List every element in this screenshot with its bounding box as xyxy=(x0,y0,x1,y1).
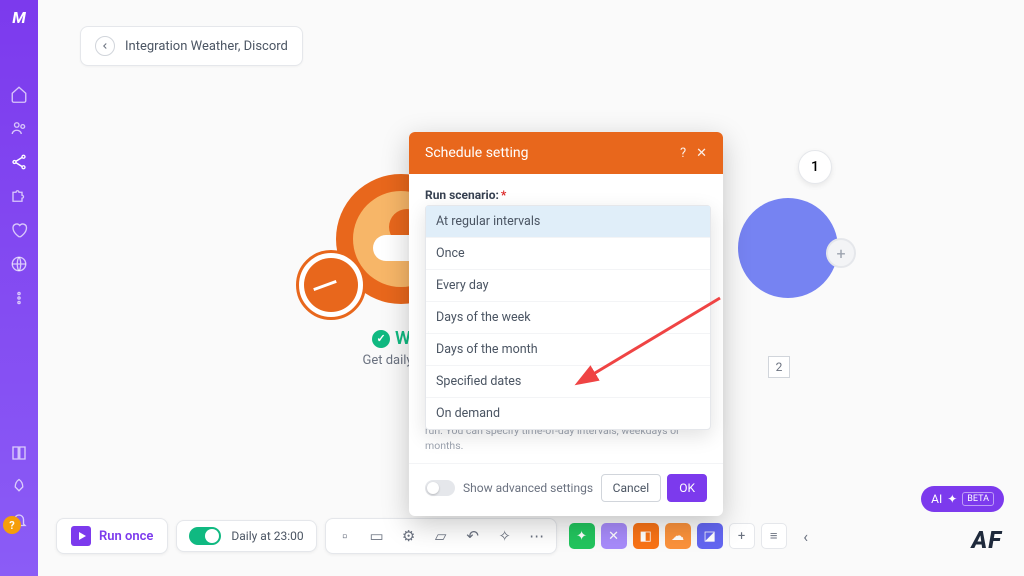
app-logo: M xyxy=(12,8,26,27)
schedule-setting-modal: Schedule setting ? ✕ Run scenario:* At r… xyxy=(409,132,723,516)
save-icon[interactable]: ▫ xyxy=(334,525,356,547)
option-on-demand[interactable]: On demand xyxy=(426,398,710,429)
modal-close-icon[interactable]: ✕ xyxy=(696,146,707,161)
heart-icon[interactable] xyxy=(0,213,38,247)
rocket-icon[interactable] xyxy=(0,470,38,504)
run-scenario-dropdown: At regular intervals Once Every day Days… xyxy=(425,205,711,430)
cancel-button[interactable]: Cancel xyxy=(601,474,662,502)
run-scenario-label: Run scenario:* xyxy=(425,188,707,202)
book-icon[interactable] xyxy=(0,436,38,470)
play-icon xyxy=(71,526,91,546)
schedule-toggle-group: Daily at 23:00 xyxy=(176,520,316,552)
tiles-collapse-icon[interactable]: ‹ xyxy=(793,523,819,549)
toolbar-icon-group: ▫ ▭ ⚙ ▱ ↶ ✧ ⋯ xyxy=(325,518,557,554)
bottom-toolbar: Run once Daily at 23:00 ▫ ▭ ⚙ ▱ ↶ ✧ ⋯ ✦ … xyxy=(56,516,1004,556)
add-module-button[interactable]: + xyxy=(826,238,856,268)
team-icon[interactable] xyxy=(0,111,38,145)
folder-icon[interactable]: ▭ xyxy=(366,525,388,547)
notes-icon[interactable]: ▱ xyxy=(430,525,452,547)
scenario-active-toggle[interactable] xyxy=(189,527,221,545)
tile-app-1[interactable]: ✦ xyxy=(569,523,595,549)
help-badge-icon[interactable]: ? xyxy=(3,516,21,534)
tile-discord[interactable]: ◪ xyxy=(697,523,723,549)
sidebar: M ? xyxy=(0,0,38,576)
module-number-badge: 2 xyxy=(768,356,790,378)
tile-app-3[interactable]: ◧ xyxy=(633,523,659,549)
option-specified-dates[interactable]: Specified dates xyxy=(426,366,710,398)
discord-icon xyxy=(738,198,838,298)
app-tiles: ✦ ✕ ◧ ☁ ◪ + ≡ ‹ xyxy=(569,523,819,549)
settings-icon[interactable]: ⚙ xyxy=(398,525,420,547)
option-every-day[interactable]: Every day xyxy=(426,270,710,302)
discord-module[interactable]: + xyxy=(738,198,838,298)
watermark: AF xyxy=(972,526,1003,554)
tile-app-2[interactable]: ✕ xyxy=(601,523,627,549)
tile-add[interactable]: + xyxy=(729,523,755,549)
modal-header: Schedule setting ? ✕ xyxy=(409,132,723,174)
tile-filter[interactable]: ≡ xyxy=(761,523,787,549)
home-icon[interactable] xyxy=(0,77,38,111)
option-at-regular-intervals[interactable]: At regular intervals xyxy=(426,206,710,238)
run-once-button[interactable]: Run once xyxy=(56,518,168,554)
undo-icon[interactable]: ↶ xyxy=(462,525,484,547)
more-vertical-icon[interactable] xyxy=(0,281,38,315)
schedule-text[interactable]: Daily at 23:00 xyxy=(231,529,303,543)
ok-button[interactable]: OK xyxy=(667,474,707,502)
toggle-pill[interactable] xyxy=(425,480,455,496)
globe-icon[interactable] xyxy=(0,247,38,281)
operations-count-badge: 1 xyxy=(798,150,832,184)
share-icon[interactable] xyxy=(0,145,38,179)
advanced-settings-toggle[interactable]: Show advanced settings xyxy=(425,480,593,496)
puzzle-icon[interactable] xyxy=(0,179,38,213)
ai-assistant-button[interactable]: AI✦BETA xyxy=(921,486,1004,512)
option-once[interactable]: Once xyxy=(426,238,710,270)
modal-help-icon[interactable]: ? xyxy=(680,146,686,161)
tile-app-4[interactable]: ☁ xyxy=(665,523,691,549)
clock-badge-icon[interactable] xyxy=(296,250,366,320)
magic-icon[interactable]: ✧ xyxy=(494,525,516,547)
modal-title: Schedule setting xyxy=(425,145,529,161)
option-days-of-month[interactable]: Days of the month xyxy=(426,334,710,366)
option-days-of-week[interactable]: Days of the week xyxy=(426,302,710,334)
more-horizontal-icon[interactable]: ⋯ xyxy=(526,525,548,547)
